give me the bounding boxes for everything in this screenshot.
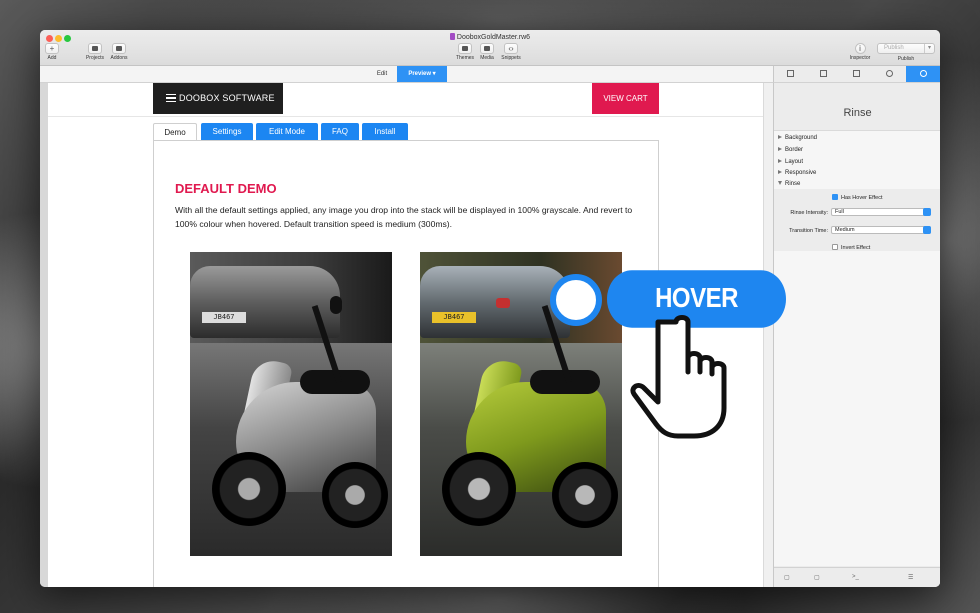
tab-panel: DEFAULT DEMO With all the default settin… (153, 140, 659, 587)
license-plate: JB467 (432, 312, 476, 323)
addons-icon (112, 43, 126, 54)
console-button[interactable]: >_ (852, 574, 859, 580)
titlebar: DooboxGoldMaster.rw6 + Add Projects Addo… (40, 30, 940, 66)
edit-mode-button[interactable]: Edit (366, 66, 398, 82)
canvas-scrollbar[interactable] (763, 83, 773, 587)
rinse-intensity-select[interactable]: Full (831, 208, 931, 216)
page-icon (787, 70, 794, 77)
publish-button[interactable]: Publish ▾ (877, 43, 935, 54)
style-inspector-tab[interactable] (873, 66, 906, 82)
section-layout[interactable]: Layout (778, 159, 803, 165)
plus-icon: + (45, 43, 59, 54)
inspector-body: Background Border Layout Responsive Rins… (774, 130, 940, 566)
transition-time-select[interactable]: Medium (831, 226, 931, 234)
app-window: DooboxGoldMaster.rw6 + Add Projects Addo… (40, 30, 940, 587)
layout-inspector-tab[interactable] (807, 66, 840, 82)
disclosure-icon (778, 135, 782, 139)
transition-time-label: Transition Time: (789, 228, 828, 234)
themes-icon (458, 43, 472, 54)
inspector-panel: Rinse Background Border Layout Responsiv… (773, 83, 940, 587)
stack-inspector-tab[interactable] (906, 66, 940, 82)
site-menu-button[interactable]: DOOBOX SOFTWARE (153, 83, 283, 114)
tab-demo[interactable]: Demo (153, 123, 197, 141)
info-icon: i (854, 43, 866, 54)
disclosure-open-icon (778, 181, 782, 185)
document-title: DooboxGoldMaster.rw6 (40, 33, 940, 41)
code-icon: ‹› (504, 43, 518, 54)
select-arrow-icon (923, 226, 931, 234)
disclosure-icon (778, 159, 782, 163)
publish-caption: Publish (897, 56, 915, 62)
demo-title: DEFAULT DEMO (175, 181, 277, 196)
preview-mode-button[interactable]: Preview ▾ (397, 66, 447, 82)
document-icon (449, 33, 455, 40)
window-icon (853, 70, 860, 77)
addons-button[interactable]: Addons (107, 43, 131, 61)
mode-bar: Edit Preview ▾ (40, 66, 773, 83)
license-plate: JB467 (202, 312, 246, 323)
snippets-button[interactable]: ‹› Snippets (498, 43, 524, 61)
section-border[interactable]: Border (778, 147, 803, 153)
checkbox-icon (832, 244, 838, 250)
inspector-button[interactable]: i Inspector (846, 43, 874, 61)
target-icon (886, 70, 893, 77)
inspector-footer: ▢ ▢ >_ ☰ (774, 567, 940, 587)
view-cart-button[interactable]: VIEW CART (592, 83, 659, 114)
themes-button[interactable]: Themes (453, 43, 477, 61)
media-icon (480, 43, 494, 54)
tab-settings[interactable]: Settings (201, 123, 253, 140)
sliders-icon[interactable]: ☰ (908, 574, 913, 581)
disclosure-icon (778, 170, 782, 174)
grayscale-scooter-image: JB467 (190, 252, 392, 556)
invert-effect-checkbox[interactable]: Invert Effect (832, 244, 870, 251)
add-button[interactable]: + Add (44, 43, 60, 61)
checkbox-checked-icon (832, 194, 838, 200)
tab-install[interactable]: Install (362, 123, 408, 140)
page-inspector-tab[interactable] (774, 66, 807, 82)
tab-faq[interactable]: FAQ (321, 123, 359, 140)
section-background[interactable]: Background (778, 135, 817, 141)
section-rinse[interactable]: Rinse (778, 181, 800, 187)
has-hover-effect-checkbox[interactable]: Has Hover Effect (832, 194, 882, 201)
page-icon[interactable]: ▢ (784, 574, 790, 581)
layers-icon[interactable]: ▢ (814, 574, 820, 581)
layout-icon (820, 70, 827, 77)
gear-icon (920, 70, 927, 77)
demo-description: With all the default settings applied, a… (175, 205, 633, 229)
pointing-hand-icon (630, 315, 727, 439)
media-button[interactable]: Media (476, 43, 498, 61)
projects-icon (88, 43, 102, 54)
rinse-settings: Has Hover Effect Rinse Intensity: Full T… (774, 189, 940, 251)
section-responsive[interactable]: Responsive (778, 170, 816, 176)
tab-edit-mode[interactable]: Edit Mode (256, 123, 318, 140)
hamburger-icon (166, 94, 176, 102)
hover-indicator-dot (550, 274, 602, 326)
disclosure-icon (778, 147, 782, 151)
header-divider (48, 116, 763, 117)
projects-button[interactable]: Projects (82, 43, 108, 61)
window-inspector-tab[interactable] (840, 66, 873, 82)
select-arrow-icon (923, 208, 931, 216)
chevron-down-icon[interactable]: ▾ (923, 44, 931, 53)
inspector-title: Rinse (843, 107, 872, 119)
rinse-intensity-label: Rinse Intensity: (790, 210, 828, 216)
inspector-tabs (773, 66, 940, 83)
